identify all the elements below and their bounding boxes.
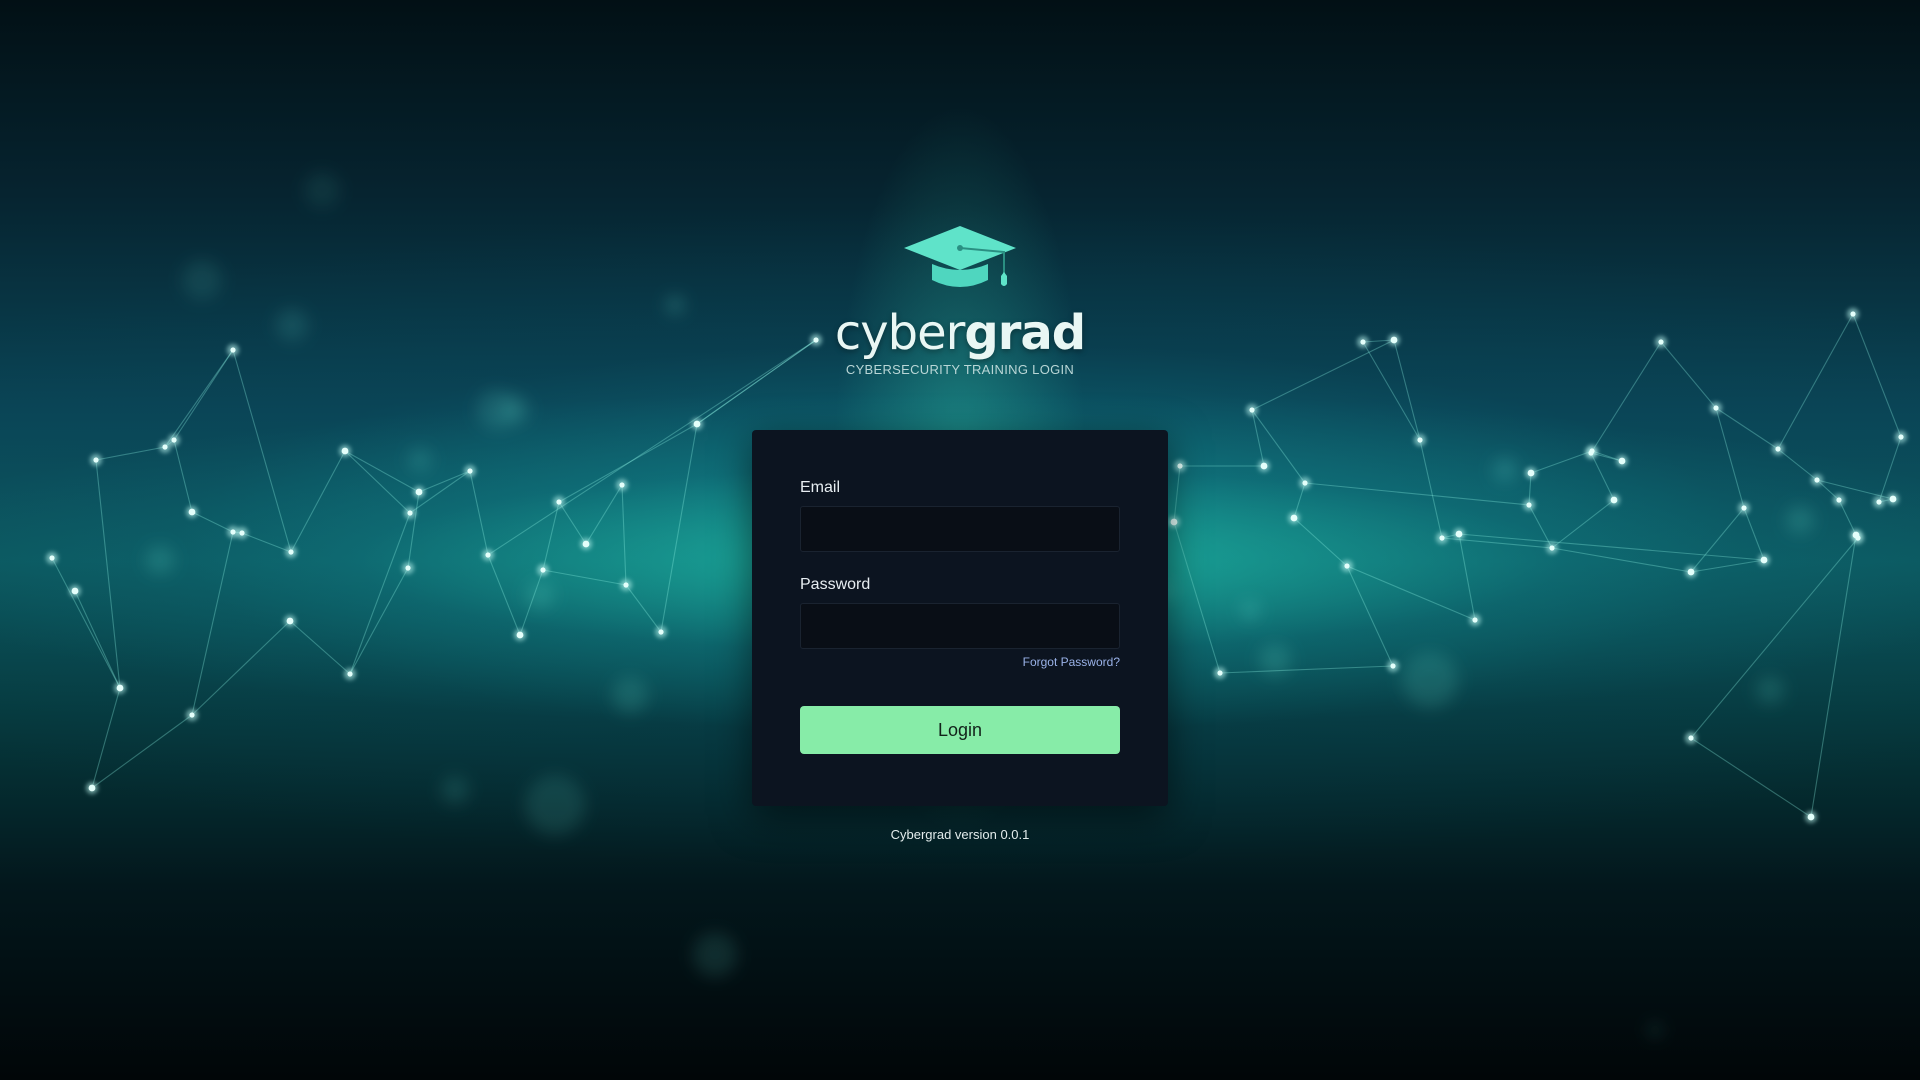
network-node <box>341 447 349 455</box>
network-node <box>407 510 413 516</box>
network-node <box>230 347 236 353</box>
network-node <box>1526 502 1532 508</box>
password-label: Password <box>800 576 871 593</box>
network-node <box>1610 496 1618 504</box>
network-node <box>619 482 625 488</box>
network-node <box>1217 670 1223 676</box>
brand-tagline: CYBERSECURITY TRAINING LOGIN <box>845 362 1075 377</box>
network-node <box>1588 450 1594 456</box>
version-text: Cybergrad version 0.0.1 <box>890 827 1030 842</box>
network-node <box>1260 462 1268 470</box>
network-node <box>288 549 294 555</box>
network-node <box>1775 446 1781 452</box>
brand-name-light: cyber <box>834 305 966 361</box>
graduation-cap-icon <box>904 226 1016 287</box>
network-node <box>582 540 590 548</box>
network-node <box>1177 463 1183 469</box>
network-node <box>162 444 168 450</box>
login-page: cybergrad CYBERSECURITY TRAINING LOGIN E… <box>0 0 1920 1080</box>
network-node <box>693 420 701 428</box>
network-node <box>415 488 423 496</box>
network-node <box>1549 545 1555 551</box>
network-node <box>1390 663 1396 669</box>
network-node <box>71 587 79 595</box>
network-node <box>1814 477 1820 483</box>
network-node <box>1807 813 1815 821</box>
network-node <box>1249 407 1255 413</box>
brand-header: cybergrad CYBERSECURITY TRAINING LOGIN <box>760 220 1160 377</box>
network-node <box>1472 617 1478 623</box>
network-node <box>239 530 245 536</box>
network-node <box>1658 339 1664 345</box>
forgot-password-link[interactable]: Forgot Password? <box>1023 655 1120 669</box>
network-node <box>1290 514 1298 522</box>
brand-wordmark: cybergrad <box>760 306 1160 360</box>
network-node <box>189 712 195 718</box>
network-node <box>1898 434 1904 440</box>
network-node <box>1417 437 1423 443</box>
network-node <box>485 552 491 558</box>
network-node <box>1687 568 1695 576</box>
network-node <box>1741 505 1747 511</box>
network-node <box>1713 405 1719 411</box>
network-node <box>230 529 236 535</box>
network-node <box>623 582 629 588</box>
login-button[interactable]: Login <box>800 706 1120 754</box>
network-node <box>1302 480 1308 486</box>
network-node <box>1439 535 1445 541</box>
network-node <box>1455 530 1463 538</box>
brand-name-bold: grad <box>964 305 1086 361</box>
network-node <box>1850 311 1856 317</box>
network-node <box>286 617 294 625</box>
network-node <box>1390 336 1398 344</box>
network-node <box>347 671 353 677</box>
network-node <box>1527 469 1535 477</box>
network-node <box>171 437 177 443</box>
network-node <box>93 457 99 463</box>
network-node <box>1836 497 1842 503</box>
network-node <box>1876 499 1882 505</box>
network-node <box>1855 535 1861 541</box>
network-node <box>1889 495 1897 503</box>
network-node <box>1760 556 1768 564</box>
network-node <box>658 629 664 635</box>
network-node <box>405 565 411 571</box>
network-node <box>1170 518 1178 526</box>
network-node <box>540 567 546 573</box>
network-node <box>556 499 562 505</box>
email-field[interactable] <box>800 506 1120 552</box>
network-node <box>1618 457 1626 465</box>
network-node <box>88 784 96 792</box>
network-node <box>49 555 55 561</box>
password-field[interactable] <box>800 603 1120 649</box>
network-node <box>516 631 524 639</box>
network-node <box>467 468 473 474</box>
email-label: Email <box>800 479 841 496</box>
network-node <box>188 508 196 516</box>
network-node <box>116 684 124 692</box>
network-node <box>1344 563 1350 569</box>
login-card: Email Password Forgot Password? Login <box>752 430 1168 806</box>
network-node <box>1688 735 1694 741</box>
network-node <box>1360 339 1366 345</box>
